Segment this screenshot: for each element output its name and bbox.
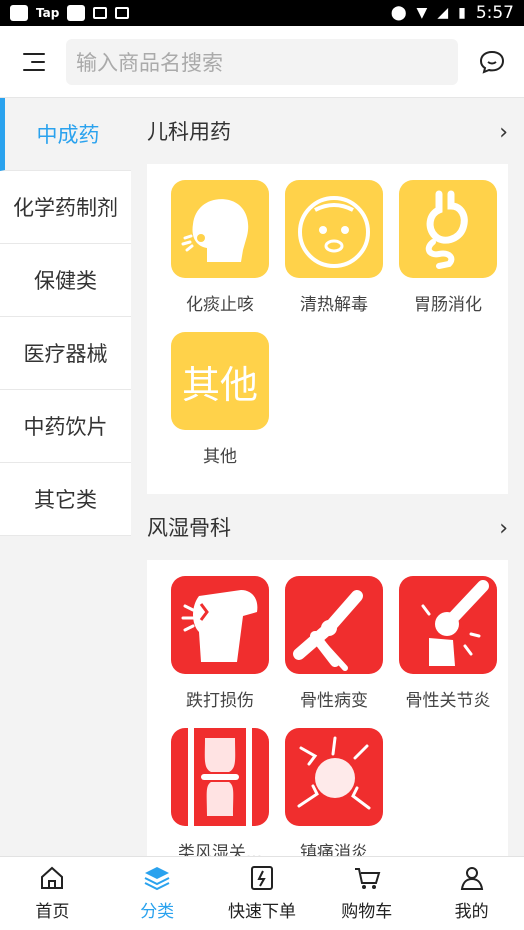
- sidebar-item-baojian[interactable]: 保健类: [0, 244, 131, 317]
- quick-order-icon: [250, 866, 273, 890]
- knee-injury-icon: [171, 576, 269, 674]
- home-icon: [41, 866, 64, 889]
- spine-joint-icon: [171, 728, 269, 826]
- section-header-rheumatology[interactable]: 风湿骨科 ›: [131, 494, 524, 560]
- bottom-navigation: 首页 分类 快速下单 购物车 我的: [0, 856, 524, 930]
- sidebar-item-huaxueyao[interactable]: 化学药制剂: [0, 171, 131, 244]
- pain-burst-icon: [285, 728, 383, 826]
- sidebar-item-zhongchengyao[interactable]: 中成药: [0, 98, 131, 171]
- category-item[interactable]: 骨性关节炎: [391, 576, 505, 728]
- message-button[interactable]: [476, 46, 508, 78]
- category-item[interactable]: 清热解毒: [277, 180, 391, 332]
- wifi-icon: ▼: [416, 5, 428, 21]
- category-item[interactable]: 其他 其他: [163, 332, 277, 484]
- nav-cart[interactable]: 购物车: [314, 857, 419, 930]
- notification-icon: [67, 5, 86, 21]
- font-icon: [115, 7, 130, 19]
- bone-icon: [285, 576, 383, 674]
- fever-baby-icon: [285, 180, 383, 278]
- location-icon: ⬤: [390, 5, 407, 21]
- section-header-pediatrics[interactable]: 儿科用药 ›: [131, 98, 524, 164]
- nav-category[interactable]: 分类: [105, 857, 210, 930]
- sidebar-item-yiliaoqixie[interactable]: 医疗器械: [0, 317, 131, 390]
- status-time: 5:57: [475, 3, 514, 23]
- category-item[interactable]: 跌打损伤: [163, 576, 277, 728]
- category-item[interactable]: 化痰止咳: [163, 180, 277, 332]
- menu-button[interactable]: [16, 44, 52, 80]
- category-item[interactable]: 胃肠消化: [391, 180, 505, 332]
- joint-inflammation-icon: [399, 576, 497, 674]
- section-panel-pediatrics: 化痰止咳 清热解毒 胃肠消化 其他 其他: [147, 164, 508, 494]
- cart-icon: [354, 868, 381, 889]
- sidebar-item-qita[interactable]: 其它类: [0, 463, 131, 536]
- section-title: 风湿骨科: [147, 516, 231, 540]
- search-placeholder: 输入商品名搜索: [76, 50, 223, 75]
- signal-icon: ◢: [437, 5, 449, 21]
- sidebar-item-zhongyaoyinpian[interactable]: 中药饮片: [0, 390, 131, 463]
- status-bar: Tap ⬤ ▼ ◢ ▮ 5:57: [0, 0, 524, 26]
- category-item[interactable]: 骨性病变: [277, 576, 391, 728]
- nav-profile[interactable]: 我的: [419, 857, 524, 930]
- search-input[interactable]: 输入商品名搜索: [66, 38, 458, 85]
- user-icon: [460, 867, 483, 890]
- chevron-right-icon: ›: [499, 120, 508, 145]
- menu-icon: [23, 52, 45, 55]
- category-sidebar: 中成药 化学药制剂 保健类 医疗器械 中药饮片 其它类: [0, 98, 131, 856]
- notification-icon: [10, 5, 28, 21]
- nav-home[interactable]: 首页: [0, 857, 105, 930]
- nav-quick-order[interactable]: 快速下单: [210, 857, 315, 930]
- category-item[interactable]: 镇痛消炎: [277, 728, 391, 856]
- stomach-icon: [399, 180, 497, 278]
- section-title: 儿科用药: [147, 120, 231, 144]
- category-item[interactable]: 类风湿关...: [163, 728, 277, 856]
- other-tile: 其他: [171, 332, 269, 430]
- header: 输入商品名搜索: [0, 26, 524, 98]
- section-panel-rheumatology: 跌打损伤 骨性病变 骨性关节炎 类风湿关... 镇痛消炎: [147, 560, 508, 856]
- grid-icon: [93, 7, 108, 19]
- layers-icon: [144, 867, 170, 891]
- chat-bubble-icon: [479, 50, 505, 74]
- chevron-right-icon: ›: [499, 516, 508, 541]
- category-content: 儿科用药 › 化痰止咳 清热解毒 胃肠消化 其他 其他 风湿骨科 › 跌打损伤 …: [131, 98, 524, 856]
- cough-face-icon: [171, 180, 269, 278]
- battery-icon: ▮: [458, 5, 466, 21]
- status-app-label: Tap: [36, 6, 60, 20]
